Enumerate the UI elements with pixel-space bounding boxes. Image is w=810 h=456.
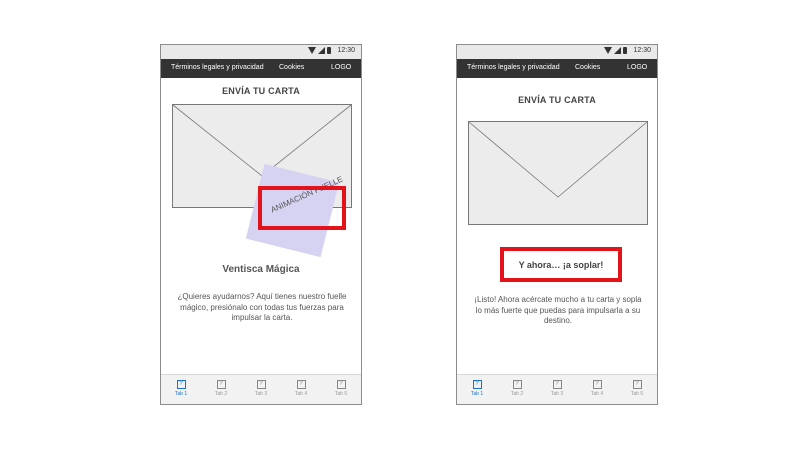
status-bar: 12:30 <box>457 45 657 59</box>
tab-1[interactable]: ? Tab 1 <box>462 380 492 397</box>
help-icon: ? <box>472 380 482 389</box>
tab-4[interactable]: ? Tab 4 <box>286 380 316 397</box>
tab-4[interactable]: ? Tab 4 <box>582 380 612 397</box>
tab-3[interactable]: ? Tab 3 <box>246 380 276 397</box>
nav-link-cookies[interactable]: Cookies <box>575 64 600 71</box>
instructions-text: ¡Listo! Ahora acércate mucho a tu carta … <box>474 295 642 325</box>
wifi-icon <box>604 47 613 54</box>
help-icon: ? <box>552 380 562 389</box>
phone-screen-right: 12:30 Términos legales y privacidad Cook… <box>456 44 658 405</box>
tab-label: Tab 2 <box>214 391 228 397</box>
tab-label: Tab 3 <box>254 391 268 397</box>
battery-icon <box>623 47 628 54</box>
help-icon: ? <box>296 380 306 389</box>
tab-label: Tab 4 <box>590 391 604 397</box>
card-title: Ventisca Mágica <box>222 264 300 275</box>
status-time: 12:30 <box>337 47 355 54</box>
help-icon: ? <box>592 380 602 389</box>
tab-2[interactable]: ? Tab 2 <box>502 380 532 397</box>
tab-label: Tab 3 <box>550 391 564 397</box>
top-nav: Términos legales y privacidad Cookies LO… <box>161 59 361 78</box>
blow-prompt-highlight: Y ahora… ¡a soplar! <box>500 247 622 282</box>
tab-2[interactable]: ? Tab 2 <box>206 380 236 397</box>
help-icon: ? <box>176 380 186 389</box>
wifi-icon <box>308 47 317 54</box>
tab-bar: ? Tab 1 ? Tab 2 ? Tab 3 ? Tab 4 ? Tab 5 <box>457 374 657 404</box>
tab-label: Tab 5 <box>334 391 348 397</box>
logo[interactable]: LOGO <box>331 64 351 71</box>
status-bar: 12:30 <box>161 45 361 59</box>
status-time: 12:30 <box>633 47 651 54</box>
page-title: ENVÍA TU CARTA <box>518 95 596 105</box>
help-icon: ? <box>256 380 266 389</box>
tab-label: Tab 4 <box>294 391 308 397</box>
nav-link-cookies[interactable]: Cookies <box>279 64 304 71</box>
tab-5[interactable]: ? Tab 5 <box>326 380 356 397</box>
tab-5[interactable]: ? Tab 5 <box>622 380 652 397</box>
help-icon: ? <box>632 380 642 389</box>
envelope-image <box>468 121 648 225</box>
tab-bar: ? Tab 1 ? Tab 2 ? Tab 3 ? Tab 4 ? Tab 5 <box>161 374 361 404</box>
highlight-annotation <box>258 186 346 230</box>
tab-label: Tab 1 <box>174 391 188 397</box>
logo[interactable]: LOGO <box>627 64 647 71</box>
signal-icon <box>614 47 622 54</box>
help-icon: ? <box>336 380 346 389</box>
nav-link-legal[interactable]: Términos legales y privacidad <box>467 64 560 71</box>
help-icon: ? <box>216 380 226 389</box>
page-title: ENVÍA TU CARTA <box>222 86 300 96</box>
tab-label: Tab 2 <box>510 391 524 397</box>
tab-label: Tab 5 <box>630 391 644 397</box>
tab-1[interactable]: ? Tab 1 <box>166 380 196 397</box>
phone-screen-left: 12:30 Términos legales y privacidad Cook… <box>160 44 362 405</box>
tab-label: Tab 1 <box>470 391 484 397</box>
tab-3[interactable]: ? Tab 3 <box>542 380 572 397</box>
signal-icon <box>318 47 326 54</box>
top-nav: Términos legales y privacidad Cookies LO… <box>457 59 657 78</box>
instructions-text: ¿Quieres ayudarnos? Aquí tienes nuestro … <box>177 292 347 322</box>
nav-link-legal[interactable]: Términos legales y privacidad <box>171 64 264 71</box>
battery-icon <box>327 47 332 54</box>
help-icon: ? <box>512 380 522 389</box>
